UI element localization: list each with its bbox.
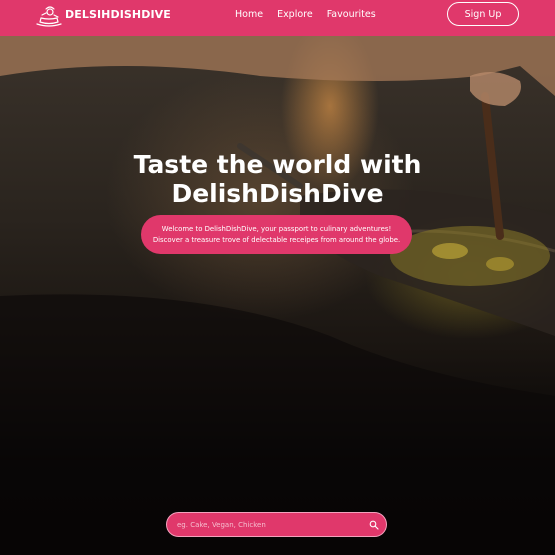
search-icon[interactable] [369, 520, 379, 530]
hero-tagline-line-2: Discover a treasure trove of delectable … [152, 236, 401, 244]
search-input[interactable] [177, 518, 357, 532]
search-bar [166, 512, 387, 537]
chef-cooking-icon[interactable] [34, 4, 64, 28]
hero-title: Taste the world with DelishDishDive [0, 150, 555, 208]
sign-up-button[interactable]: Sign Up [447, 2, 519, 26]
hero-section: Taste the world with DelishDishDive Welc… [0, 36, 555, 555]
hero-tagline: Welcome to DelishDishDive, your passport… [141, 215, 412, 254]
nav-link-explore[interactable]: Explore [277, 9, 313, 20]
nav-link-home[interactable]: Home [235, 9, 263, 20]
hero-background-image [0, 36, 555, 555]
hero-tagline-line-1: Welcome to DelishDishDive, your passport… [161, 225, 392, 233]
top-navbar: DELSIHDISHDIVE Home Explore Favourites S… [0, 0, 555, 36]
hero-title-line-1: Taste the world with [133, 150, 422, 179]
nav-link-favourites[interactable]: Favourites [327, 9, 376, 20]
hero-title-line-2: DelishDishDive [171, 179, 384, 208]
main-nav: Home Explore Favourites [235, 9, 376, 20]
brand-name[interactable]: DELSIHDISHDIVE [65, 8, 171, 21]
